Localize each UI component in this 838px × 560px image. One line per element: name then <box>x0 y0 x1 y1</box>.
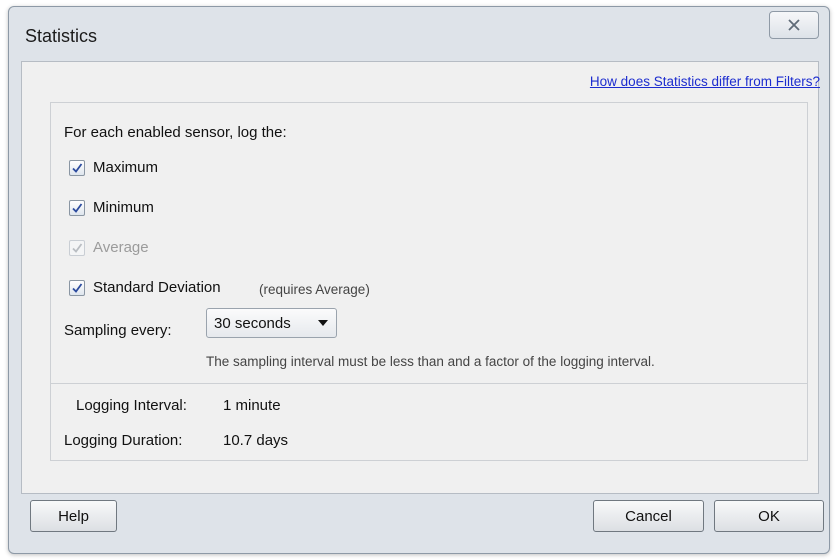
sampling-hint: The sampling interval must be less than … <box>206 354 655 369</box>
ok-button[interactable]: OK <box>714 500 824 532</box>
checkmark-icon <box>72 243 83 253</box>
checkmark-icon <box>72 203 83 213</box>
help-link[interactable]: How does Statistics differ from Filters? <box>590 74 820 89</box>
sampling-interval-select[interactable]: 30 seconds <box>206 308 337 338</box>
logging-duration-value: 10.7 days <box>223 432 289 449</box>
checkmark-icon <box>72 283 83 293</box>
checkmark-icon <box>72 163 83 173</box>
chevron-down-icon <box>318 320 328 326</box>
average-label: Average <box>93 239 149 256</box>
help-button[interactable]: Help <box>30 500 117 532</box>
close-x-icon <box>788 19 800 31</box>
statistics-options-group: For each enabled sensor, log the: Maximu… <box>50 102 808 384</box>
options-intro-text: For each enabled sensor, log the: <box>64 124 287 141</box>
maximum-label: Maximum <box>93 159 159 176</box>
logging-info-group: Logging Interval: 1 minute Logging Durat… <box>50 383 808 461</box>
maximum-checkbox[interactable] <box>69 160 85 176</box>
standard-deviation-checkbox[interactable] <box>69 280 85 296</box>
minimum-checkbox[interactable] <box>69 200 85 216</box>
close-button[interactable] <box>769 11 819 39</box>
logging-interval-label: Logging Interval: <box>76 397 187 414</box>
logging-duration-label: Logging Duration: <box>64 432 183 449</box>
logging-interval-value: 1 minute <box>223 397 281 414</box>
requires-average-note: (requires Average) <box>259 282 370 297</box>
cancel-button[interactable]: Cancel <box>593 500 704 532</box>
sampling-interval-value: 30 seconds <box>214 315 291 332</box>
standard-deviation-label: Standard Deviation <box>93 279 221 296</box>
statistics-dialog: Statistics How does Statistics differ fr… <box>8 6 830 554</box>
dialog-body: How does Statistics differ from Filters?… <box>21 61 820 494</box>
dialog-title: Statistics <box>25 26 98 46</box>
sampling-label: Sampling every: <box>64 322 172 339</box>
average-checkbox <box>69 240 85 256</box>
minimum-label: Minimum <box>93 199 154 216</box>
